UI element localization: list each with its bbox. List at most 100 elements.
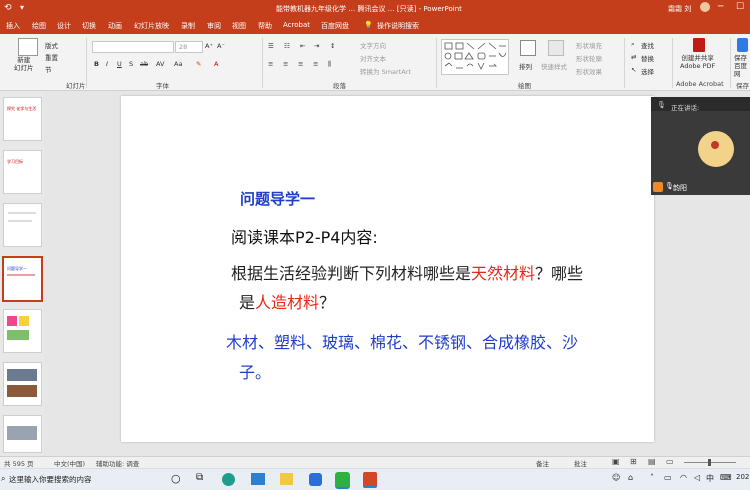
wifi-icon[interactable]: ◠ bbox=[680, 473, 687, 482]
arrange-icon[interactable] bbox=[520, 40, 536, 56]
reset-button[interactable]: 重置 bbox=[45, 52, 58, 62]
people-icon[interactable]: ☺ bbox=[612, 473, 620, 482]
line-spacing-icon[interactable]: ↕ bbox=[330, 42, 335, 50]
arrange-button[interactable]: 排列 bbox=[519, 61, 532, 71]
tab-design[interactable]: 设计 bbox=[57, 21, 71, 31]
keyboard-icon[interactable]: ⌨ bbox=[720, 473, 732, 482]
ime-indicator[interactable]: 中 bbox=[706, 473, 714, 484]
video-call-panel[interactable]: 🎙 正在讲话: 🎙 韵阳 bbox=[651, 97, 750, 195]
slide-thumbnail[interactable] bbox=[3, 415, 42, 453]
taskbar-search-input[interactable]: 这里输入你要搜索的内容 bbox=[9, 474, 92, 485]
new-slide-button[interactable]: 新建 幻灯片 bbox=[14, 56, 34, 72]
volume-icon[interactable]: ◁ bbox=[694, 473, 700, 482]
mail-icon[interactable] bbox=[251, 473, 265, 485]
strikethrough-icon[interactable]: ab bbox=[140, 60, 148, 68]
task-view-icon[interactable]: ⧉ bbox=[196, 472, 203, 483]
quick-access-icon[interactable]: ⟲ bbox=[4, 3, 12, 13]
tab-insert[interactable]: 插入 bbox=[6, 21, 20, 31]
tray-chevron-icon[interactable]: ˄ bbox=[650, 473, 654, 482]
slide-thumbnail[interactable]: 学习目标 bbox=[3, 150, 42, 194]
tab-draw[interactable]: 绘图 bbox=[32, 21, 46, 31]
restore-icon[interactable]: ☐ bbox=[736, 2, 744, 12]
find-button[interactable]: 查找 bbox=[641, 40, 654, 50]
align-text-button[interactable]: 对齐文本 bbox=[360, 53, 386, 63]
powerpoint-icon[interactable] bbox=[363, 472, 377, 488]
tencent-meeting-icon[interactable] bbox=[309, 473, 322, 486]
indent-decrease-icon[interactable]: ⇤ bbox=[300, 42, 305, 50]
wechat-icon[interactable] bbox=[335, 472, 350, 489]
accessibility-status[interactable]: 辅助功能: 调查 bbox=[96, 458, 139, 468]
shapes-gallery[interactable] bbox=[441, 39, 509, 75]
font-color-icon[interactable]: A bbox=[214, 60, 218, 68]
cortana-icon[interactable]: ○ bbox=[171, 472, 181, 485]
justify-icon[interactable]: ≡ bbox=[313, 60, 318, 68]
bullets-icon[interactable]: ☰ bbox=[268, 42, 274, 50]
shape-effects-button[interactable]: 形状效果 bbox=[576, 66, 602, 76]
replace-button[interactable]: 替换 bbox=[641, 53, 654, 63]
bold-icon[interactable]: B bbox=[94, 60, 99, 68]
shrink-font-icon[interactable]: A⁻ bbox=[217, 42, 225, 50]
grow-font-icon[interactable]: A⁺ bbox=[205, 42, 213, 50]
reading-view-icon[interactable]: ▤ bbox=[648, 457, 656, 466]
case-icon[interactable]: Aa bbox=[174, 60, 182, 68]
align-left-icon[interactable]: ≡ bbox=[268, 60, 273, 68]
font-name-field[interactable] bbox=[92, 41, 174, 53]
indent-increase-icon[interactable]: ⇥ bbox=[314, 42, 319, 50]
select-button[interactable]: 选择 bbox=[641, 66, 654, 76]
minimize-icon[interactable]: ─ bbox=[718, 2, 723, 12]
shadow-icon[interactable]: S bbox=[129, 60, 133, 68]
tab-acrobat[interactable]: Acrobat bbox=[283, 21, 310, 29]
slide-thumbnail[interactable] bbox=[3, 362, 42, 406]
tab-view[interactable]: 视图 bbox=[232, 21, 246, 31]
file-explorer-icon[interactable] bbox=[280, 473, 293, 485]
slide-thumbnail[interactable] bbox=[3, 203, 42, 247]
tab-slideshow[interactable]: 幻灯片放映 bbox=[134, 21, 169, 31]
language-indicator[interactable]: 中文(中国) bbox=[54, 458, 85, 468]
clock-year[interactable]: 202 bbox=[736, 473, 749, 481]
sorter-view-icon[interactable]: ⊞ bbox=[630, 457, 637, 466]
quick-styles-button[interactable]: 快速样式 bbox=[541, 61, 567, 71]
shape-fill-button[interactable]: 形状填充 bbox=[576, 40, 602, 50]
zoom-handle[interactable] bbox=[708, 459, 711, 466]
underline-icon[interactable]: U bbox=[117, 60, 122, 68]
tab-transitions[interactable]: 切换 bbox=[82, 21, 96, 31]
tab-baidu[interactable]: 百度网盘 bbox=[321, 21, 349, 31]
align-center-icon[interactable]: ≡ bbox=[283, 60, 288, 68]
section-button[interactable]: 节 bbox=[45, 64, 52, 74]
text-direction-button[interactable]: 文字方向 bbox=[360, 40, 386, 50]
smartart-button[interactable]: 转换为 SmartArt bbox=[360, 66, 411, 76]
align-right-icon[interactable]: ≡ bbox=[298, 60, 303, 68]
create-pdf-button[interactable]: 创建并共享 Adobe PDF bbox=[680, 54, 715, 70]
battery-icon[interactable]: ▭ bbox=[664, 473, 672, 482]
slide-thumbnail[interactable]: 探究 化学与生活 bbox=[3, 97, 42, 141]
baidu-save-icon[interactable] bbox=[737, 38, 748, 52]
avatar[interactable] bbox=[700, 2, 710, 12]
tab-record[interactable]: 录制 bbox=[181, 21, 195, 31]
pdf-icon[interactable] bbox=[693, 38, 705, 52]
slide-canvas[interactable]: 问题导学一 阅读课本P2-P4内容: 根据生活经验判断下列材料哪些是天然材料？哪… bbox=[121, 96, 654, 442]
slideshow-view-icon[interactable]: ▭ bbox=[666, 457, 674, 466]
tell-me-search[interactable]: 操作说明搜索 bbox=[377, 21, 419, 31]
qat-dropdown-icon[interactable]: ▾ bbox=[20, 3, 24, 12]
columns-icon[interactable]: ⫼ bbox=[328, 60, 331, 69]
numbering-icon[interactable]: ☷ bbox=[284, 42, 290, 50]
tab-animations[interactable]: 动画 bbox=[108, 21, 122, 31]
slide-thumbnail-selected[interactable]: 问题导学一 bbox=[2, 256, 43, 302]
normal-view-icon[interactable]: ▣ bbox=[612, 457, 620, 466]
edge-icon[interactable] bbox=[222, 473, 235, 486]
spacing-icon[interactable]: AV bbox=[156, 60, 164, 68]
quick-styles-icon[interactable] bbox=[548, 40, 564, 56]
tab-review[interactable]: 审阅 bbox=[207, 21, 221, 31]
tab-help[interactable]: 帮助 bbox=[258, 21, 272, 31]
new-slide-icon[interactable] bbox=[18, 38, 38, 56]
slide-thumbnail[interactable] bbox=[3, 309, 42, 353]
notes-button[interactable]: 备注 bbox=[536, 458, 549, 468]
comments-button[interactable]: 批注 bbox=[574, 458, 587, 468]
layout-button[interactable]: 版式 bbox=[45, 40, 58, 50]
save-baidu-button[interactable]: 保存 百度网 bbox=[734, 54, 750, 78]
font-size-field[interactable]: 28 bbox=[175, 41, 203, 53]
shape-outline-button[interactable]: 形状轮廓 bbox=[576, 53, 602, 63]
highlight-icon[interactable]: ✎ bbox=[196, 60, 201, 68]
italic-icon[interactable]: I bbox=[106, 60, 108, 68]
network-icon[interactable]: ⌂ bbox=[628, 473, 633, 482]
